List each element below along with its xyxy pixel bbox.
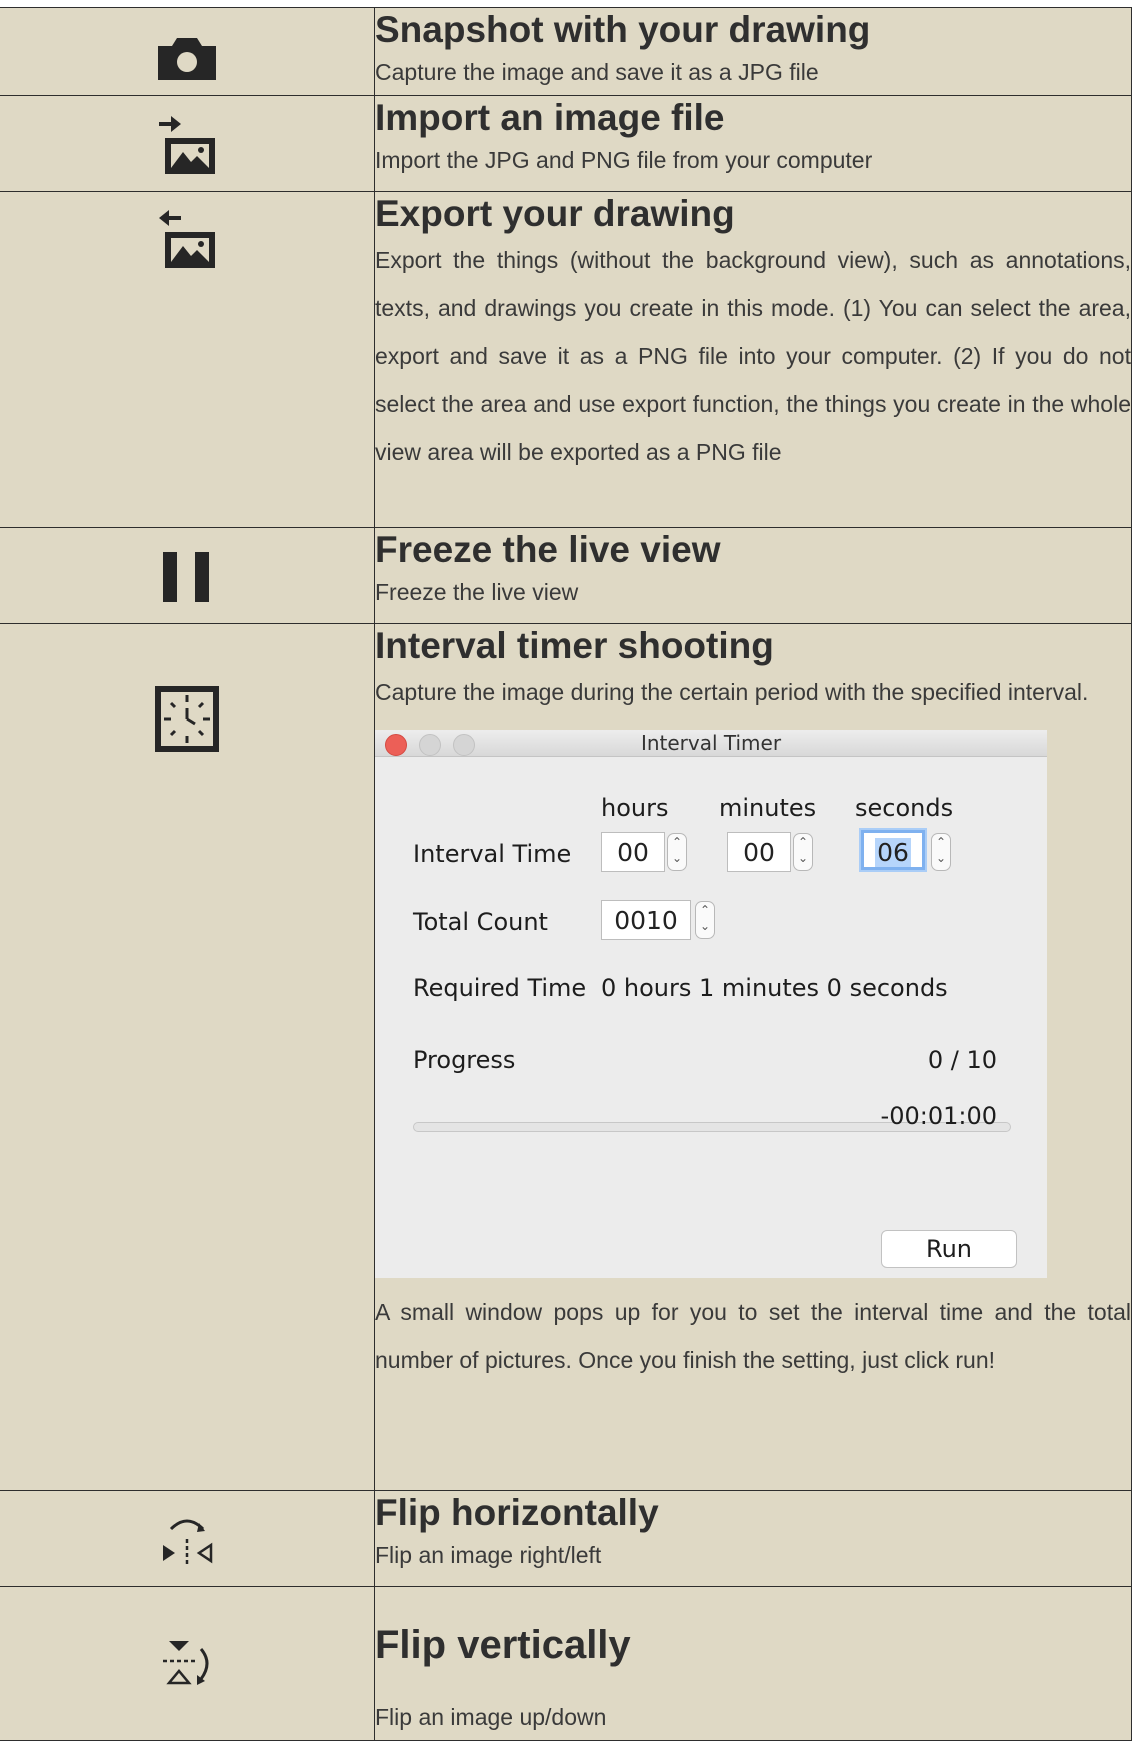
row-flip-vertical: Flip vertically Flip an image up/down: [0, 1586, 1132, 1741]
hours-stepper[interactable]: ⌃ ⌄: [667, 833, 687, 871]
seconds-value: 06: [875, 838, 911, 867]
feature-table: Snapshot with your drawing Capture the i…: [0, 7, 1132, 1741]
seconds-field[interactable]: 06: [861, 830, 925, 870]
row-title: Flip vertically: [375, 1623, 631, 1667]
row-description: Freeze the live view: [375, 579, 579, 605]
row-description: Flip an image up/down: [375, 1704, 607, 1730]
hours-column-label: hours: [601, 794, 669, 822]
progress-count: 0 / 10: [927, 1046, 997, 1074]
icon-cell: [0, 7, 375, 96]
camera-icon: [158, 38, 216, 80]
row-description: Export the things (without the backgroun…: [375, 247, 1131, 465]
row-import: Import an image file Import the JPG and …: [0, 95, 1132, 192]
row-title: Freeze the live view: [375, 529, 721, 570]
export-image-icon: [159, 210, 215, 268]
row-interval: Interval timer shooting Capture the imag…: [0, 623, 1132, 1491]
dialog-titlebar: Interval Timer: [375, 730, 1047, 757]
row-title: Import an image file: [375, 97, 725, 138]
row-freeze: Freeze the live view Freeze the live vie…: [0, 527, 1132, 624]
row-description-after: A small window pops up for you to set th…: [375, 1299, 1131, 1373]
total-count-stepper[interactable]: ⌃ ⌄: [695, 901, 715, 939]
minutes-column-label: minutes: [719, 794, 817, 822]
required-time-value: 0 hours 1 minutes 0 seconds: [601, 974, 948, 1002]
total-count-label: Total Count: [413, 908, 548, 936]
minutes-stepper[interactable]: ⌃ ⌄: [793, 833, 813, 871]
minutes-field[interactable]: 00: [727, 832, 791, 872]
import-image-icon: [159, 116, 215, 174]
row-description: Capture the image during the certain per…: [375, 679, 1089, 705]
row-title: Snapshot with your drawing: [375, 9, 871, 50]
text-cell: Snapshot with your drawing Capture the i…: [374, 7, 1132, 96]
row-description: Flip an image right/left: [375, 1542, 602, 1568]
row-snapshot: Snapshot with your drawing Capture the i…: [0, 7, 1132, 96]
progress-label: Progress: [413, 1046, 516, 1074]
interval-time-label: Interval Time: [413, 840, 572, 868]
seconds-column-label: seconds: [855, 794, 954, 822]
remaining-time: -00:01:00: [880, 1102, 997, 1130]
seconds-stepper[interactable]: ⌃ ⌄: [931, 833, 951, 871]
row-flip-horizontal: Flip horizontally Flip an image right/le…: [0, 1490, 1132, 1587]
required-time-label: Required Time: [413, 974, 587, 1002]
row-title: Interval timer shooting: [375, 625, 774, 666]
dialog-title: Interval Timer: [640, 731, 782, 755]
flip-horizontal-icon: [163, 1519, 213, 1567]
row-title: Flip horizontally: [375, 1492, 659, 1533]
row-description: Capture the image and save it as a JPG f…: [375, 59, 819, 85]
row-export: Export your drawing Export the things (w…: [0, 191, 1132, 528]
interval-timer-icon: [155, 686, 219, 752]
flip-vertical-icon: [163, 1641, 209, 1685]
run-button[interactable]: Run: [881, 1230, 1017, 1268]
hours-field[interactable]: 00: [601, 832, 665, 872]
total-count-field[interactable]: 0010: [601, 900, 691, 940]
row-description: Import the JPG and PNG file from your co…: [375, 147, 873, 173]
pause-icon: [163, 552, 209, 602]
row-title: Export your drawing: [375, 193, 735, 234]
interval-timer-dialog: Interval Timer hours minutes seconds Int…: [375, 730, 1047, 1278]
